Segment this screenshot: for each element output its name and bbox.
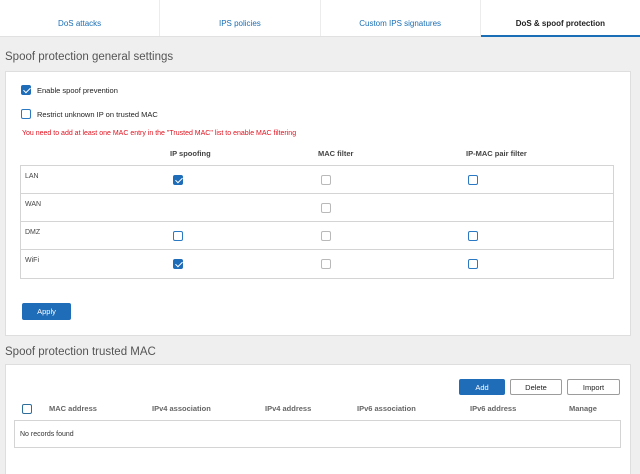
wifi-ip-spoofing-checkbox[interactable] bbox=[173, 259, 183, 269]
zone-label: WiFi bbox=[25, 257, 39, 264]
zone-label: LAN bbox=[25, 173, 39, 180]
col-mac-address: MAC address bbox=[49, 404, 97, 413]
tab-dos-attacks[interactable]: DoS attacks bbox=[0, 0, 161, 36]
lan-mac-filter-checkbox bbox=[321, 175, 331, 185]
zone-label: DMZ bbox=[25, 229, 41, 236]
table-row: WAN bbox=[21, 194, 613, 222]
enable-spoof-checkbox[interactable] bbox=[21, 85, 31, 95]
col-manage: Manage bbox=[569, 404, 597, 413]
apply-button[interactable]: Apply bbox=[22, 303, 71, 320]
mac-warning-text: You need to add at least one MAC entry i… bbox=[22, 130, 297, 137]
zone-label: WAN bbox=[25, 201, 42, 208]
enable-spoof-label: Enable spoof prevention bbox=[37, 85, 118, 95]
tab-custom-ips-signatures[interactable]: Custom IPS signatures bbox=[321, 0, 481, 36]
wan-mac-filter-checkbox bbox=[321, 203, 331, 213]
restrict-unknown-label: Restrict unknown IP on trusted MAC bbox=[37, 109, 158, 119]
col-ipv4-address: IPv4 address bbox=[265, 404, 312, 413]
spoof-zones-table: LAN WAN DMZ WiFi bbox=[20, 165, 614, 279]
empty-state-text: No records found bbox=[20, 431, 74, 438]
tab-dos-spoof-protection[interactable]: DoS & spoof protection bbox=[480, 0, 640, 37]
restrict-unknown-option: Restrict unknown IP on trusted MAC bbox=[21, 109, 158, 119]
col-ipv4-association: IPv4 association bbox=[152, 404, 211, 413]
wifi-ip-mac-pair-checkbox[interactable] bbox=[468, 259, 478, 269]
lan-ip-mac-pair-checkbox[interactable] bbox=[468, 175, 478, 185]
table-row: DMZ bbox=[21, 222, 613, 250]
delete-button[interactable]: Delete bbox=[510, 379, 562, 395]
import-button[interactable]: Import bbox=[567, 379, 620, 395]
dmz-ip-mac-pair-checkbox[interactable] bbox=[468, 231, 478, 241]
col-mac-filter: MAC filter bbox=[318, 149, 354, 158]
lan-ip-spoofing-checkbox[interactable] bbox=[173, 175, 183, 185]
col-ip-mac-pair: IP-MAC pair filter bbox=[466, 149, 527, 158]
dmz-ip-spoofing-checkbox[interactable] bbox=[173, 231, 183, 241]
trusted-mac-table: No records found bbox=[14, 420, 621, 448]
restrict-unknown-checkbox[interactable] bbox=[21, 109, 31, 119]
col-ipv6-association: IPv6 association bbox=[357, 404, 416, 413]
add-button[interactable]: Add bbox=[459, 379, 505, 395]
table-row: LAN bbox=[21, 166, 613, 194]
tab-ips-policies[interactable]: IPS policies bbox=[160, 0, 321, 36]
trusted-mac-title: Spoof protection trusted MAC bbox=[5, 346, 156, 358]
select-all-checkbox[interactable] bbox=[22, 404, 32, 414]
col-ipv6-address: IPv6 address bbox=[470, 404, 517, 413]
tab-bar: DoS attacks IPS policies Custom IPS sign… bbox=[0, 0, 640, 37]
col-ip-spoofing: IP spoofing bbox=[170, 149, 211, 158]
general-settings-title: Spoof protection general settings bbox=[5, 51, 174, 63]
enable-spoof-option: Enable spoof prevention bbox=[21, 85, 118, 95]
dmz-mac-filter-checkbox bbox=[321, 231, 331, 241]
table-row: WiFi bbox=[21, 250, 613, 278]
wifi-mac-filter-checkbox bbox=[321, 259, 331, 269]
